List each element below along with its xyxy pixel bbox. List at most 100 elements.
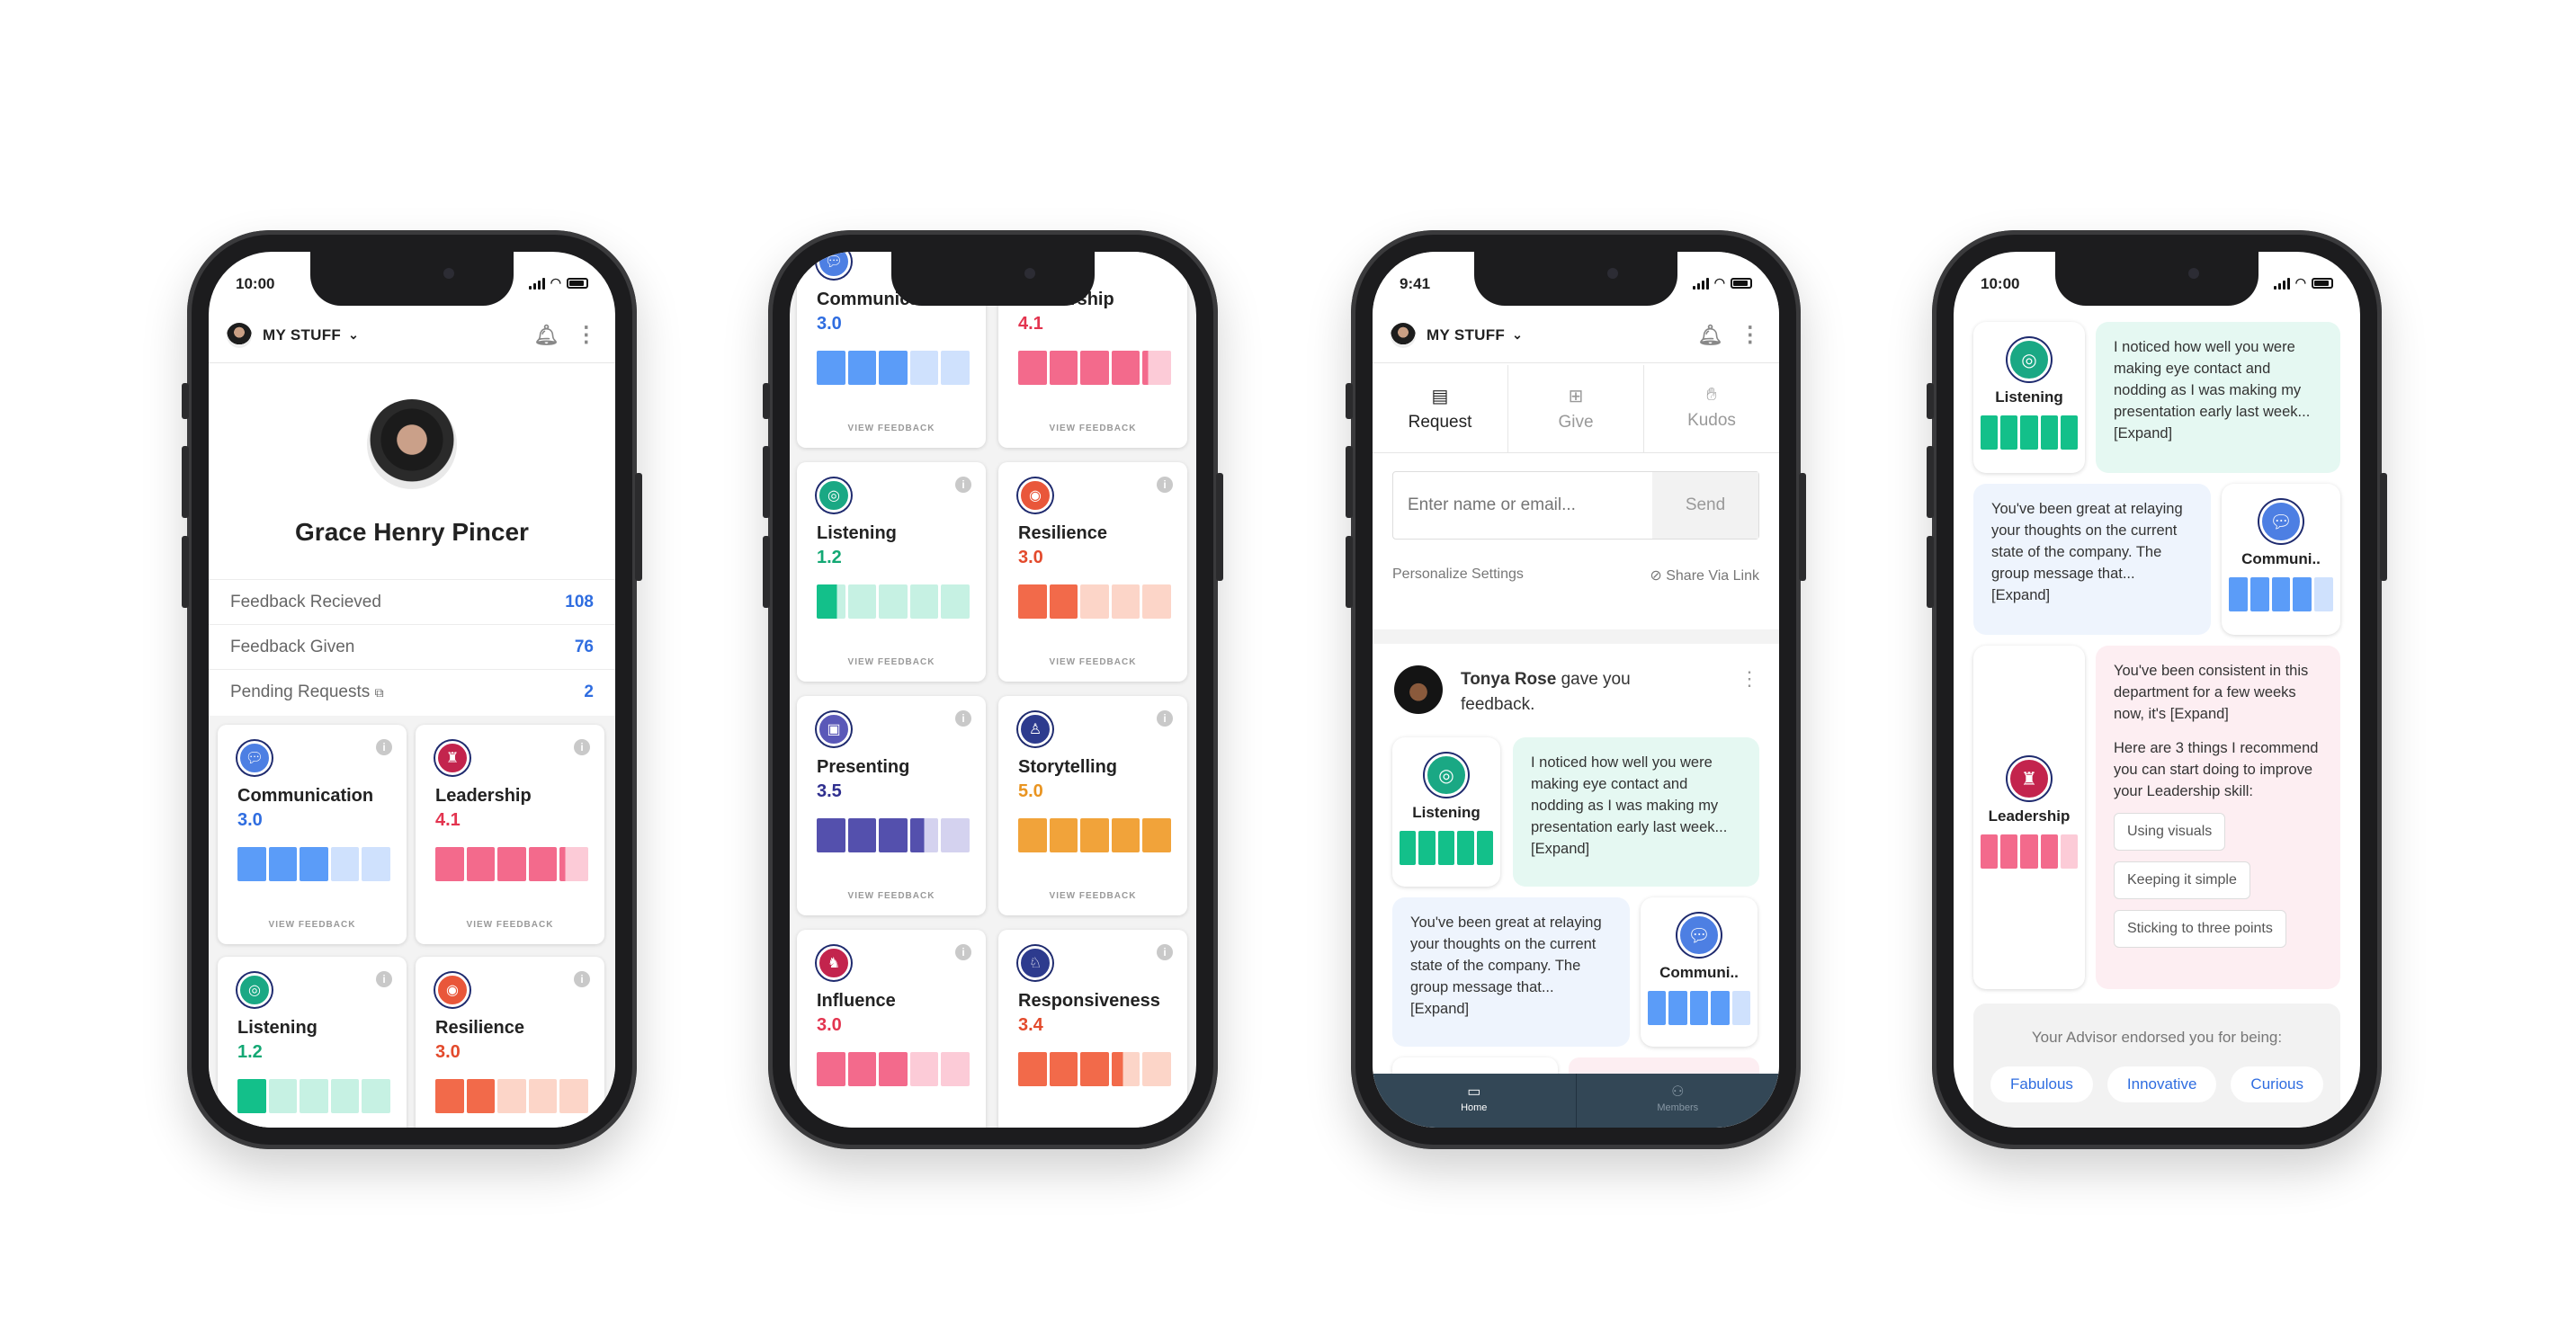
recommendation-chip[interactable]: Using visuals — [2114, 813, 2226, 851]
skill-tile-leadership[interactable]: ♜ Leadership — [1973, 646, 2085, 989]
info-icon[interactable]: i — [574, 739, 590, 755]
menu-title[interactable]: MY STUFF — [1427, 326, 1505, 344]
view-feedback-link[interactable]: VIEW FEEDBACK — [218, 920, 407, 930]
skill-card-presenting[interactable]: ▣ i Presenting 3.5 VIEW FEEDBACK — [797, 696, 986, 915]
skill-card-listening[interactable]: ◎ i Listening 1.2 — [218, 957, 407, 1128]
tab-request[interactable]: ▤ Request — [1373, 365, 1508, 452]
profile-avatar — [367, 399, 457, 489]
wifi-icon: ◠ — [2294, 275, 2306, 290]
stat-feedback-received[interactable]: Feedback Recieved 108 — [209, 579, 615, 624]
nav-members[interactable]: ⚇ Members — [1577, 1074, 1780, 1128]
more-icon[interactable]: ⋮ — [1740, 324, 1761, 346]
endorsement-pill[interactable]: Curious — [2231, 1066, 2324, 1102]
battery-icon — [1731, 277, 1752, 289]
skill-card-influence[interactable]: ♞ i Influence 3.0 — [797, 930, 986, 1128]
members-icon: ⚇ — [1671, 1084, 1685, 1100]
skill-card-leadership[interactable]: ♜ i Leadership 4.1 VIEW FEEDBACK — [416, 725, 604, 944]
info-icon[interactable]: i — [1157, 944, 1173, 960]
info-icon[interactable]: i — [376, 739, 392, 755]
view-feedback-link[interactable]: VIEW FEEDBACK — [797, 891, 986, 901]
skill-tile-communication[interactable]: 💬︎ Communi.. — [1641, 897, 1758, 1047]
info-icon[interactable]: i — [376, 971, 392, 987]
expand-link[interactable]: [Expand] — [1410, 1001, 1469, 1017]
screen: 10:00 ◠ ◎ Listening I noticed how well y… — [1954, 252, 2360, 1128]
info-icon[interactable]: i — [1157, 710, 1173, 727]
expand-link[interactable]: [Expand] — [1991, 587, 2050, 603]
info-icon[interactable]: i — [955, 944, 971, 960]
bell-icon[interactable]: 🔔︎ — [533, 324, 559, 347]
tab-give[interactable]: ⊞ Give — [1508, 365, 1644, 452]
influence-icon: ♞ — [817, 946, 851, 980]
feedback-bubble-listening[interactable]: I noticed how well you were making eye c… — [1513, 737, 1759, 887]
info-icon[interactable]: i — [1157, 252, 1173, 259]
cards-area: 💬︎ i Communication 3.0 VIEW FEEDBACK ♜ i… — [790, 252, 1196, 1128]
view-feedback-link[interactable]: VIEW FEEDBACK — [998, 657, 1187, 667]
send-button[interactable]: Send — [1652, 472, 1758, 539]
bottom-nav: ▭ Home ⚇ Members — [1373, 1074, 1779, 1128]
skill-tile-communication[interactable]: 💬︎ Communi.. — [2222, 484, 2340, 635]
chat-bubbles-icon: 💬︎ — [1677, 914, 1721, 957]
cards-area: 💬︎ i Communication 3.0 VIEW FEEDBACK ♜ i… — [209, 716, 615, 1128]
stats-list: Feedback Recieved 108 Feedback Given 76 Pe… — [209, 579, 615, 714]
name-email-input[interactable] — [1393, 472, 1652, 539]
give-icon: ⊞ — [1568, 387, 1584, 406]
skill-card-responsiveness[interactable]: ♘ i Responsiveness 3.4 — [998, 930, 1187, 1128]
view-feedback-link[interactable]: VIEW FEEDBACK — [998, 891, 1187, 901]
feedback-bubble-communication[interactable]: You've been great at relaying your thoug… — [1973, 484, 2211, 635]
endorsement-pill[interactable]: Fabulous — [1990, 1066, 2093, 1102]
phone-feedback-detail: 10:00 ◠ ◎ Listening I noticed how well y… — [1927, 230, 2387, 1149]
avatar[interactable] — [227, 322, 252, 348]
phone-request-feed: 9:41 ◠ MY STUFF ⌄ 🔔︎ ⋮ ▤ Request ⊞ Give … — [1346, 230, 1806, 1149]
ear-icon: ◎ — [817, 478, 851, 513]
skill-card-storytelling[interactable]: ♙ i Storytelling 5.0 VIEW FEEDBACK — [998, 696, 1187, 915]
view-feedback-link[interactable]: VIEW FEEDBACK — [416, 920, 604, 930]
feed-headline: Tonya Rose gave you feedback. — [1461, 670, 1631, 714]
chevron-down-icon[interactable]: ⌄ — [1512, 327, 1523, 343]
info-icon[interactable]: i — [955, 710, 971, 727]
info-icon[interactable]: i — [1157, 477, 1173, 493]
nav-home[interactable]: ▭ Home — [1373, 1074, 1577, 1128]
more-icon[interactable]: ⋮ — [1740, 667, 1759, 691]
avatar[interactable] — [1391, 322, 1416, 348]
skill-card-resilience[interactable]: ◉ i Resilience 3.0 VIEW FEEDBACK — [998, 462, 1187, 682]
expand-link[interactable]: [Expand] — [2114, 425, 2172, 442]
tab-kudos[interactable]: ✋︎ Kudos — [1644, 365, 1779, 452]
info-icon[interactable]: i — [574, 971, 590, 987]
skill-card-resilience[interactable]: ◉ i Resilience 3.0 — [416, 957, 604, 1128]
expand-link[interactable]: [Expand] — [2170, 706, 2229, 722]
endorsement-pill[interactable]: Innovative — [2106, 1066, 2217, 1102]
author-name: Tonya Rose — [1461, 670, 1557, 689]
view-feedback-link[interactable]: VIEW FEEDBACK — [797, 657, 986, 667]
skill-tile-listening[interactable]: ◎ Listening — [1973, 322, 2085, 473]
skill-tile-listening[interactable]: ◎ Listening — [1392, 737, 1500, 887]
menu-title[interactable]: MY STUFF — [263, 326, 341, 344]
stat-feedback-given[interactable]: Feedback Given 76 — [209, 624, 615, 669]
recommendation-chip[interactable]: Sticking to three points — [2114, 910, 2286, 948]
feedback-bubble-listening[interactable]: I noticed how well you were making eye c… — [2096, 322, 2340, 473]
chevron-down-icon[interactable]: ⌄ — [348, 327, 359, 343]
share-link[interactable]: ⊘ Share Via Link — [1650, 566, 1759, 584]
signal-icon — [528, 277, 545, 290]
screen: 10:00 ◠ MY STUFF ⌄ 🔔︎ ⋮ Grace Henry Pinc… — [209, 252, 615, 1128]
expand-link[interactable]: [Expand] — [1531, 841, 1589, 857]
feedback-bubble-communication[interactable]: You've been great at relaying your thoug… — [1392, 897, 1630, 1047]
personalize-settings-link[interactable]: Personalize Settings — [1392, 566, 1524, 583]
skill-card-communication[interactable]: 💬︎ i Communication 3.0 VIEW FEEDBACK — [218, 725, 407, 944]
info-icon[interactable]: i — [955, 477, 971, 493]
battery-icon — [2312, 277, 2333, 289]
view-feedback-link[interactable]: VIEW FEEDBACK — [797, 424, 986, 433]
storyteller-icon: ♙ — [1018, 712, 1052, 746]
feedback-bubble-leadership[interactable]: You've been consistent in this departmen… — [2096, 646, 2340, 989]
responsiveness-icon: ♘ — [1018, 946, 1052, 980]
more-icon[interactable]: ⋮ — [576, 324, 597, 346]
feed-card: Tonya Rose gave you feedback. ⋮ ◎ Listen… — [1373, 644, 1779, 1128]
view-feedback-link[interactable]: VIEW FEEDBACK — [998, 424, 1187, 433]
bell-icon[interactable]: 🔔︎ — [1697, 324, 1722, 347]
action-tabs: ▤ Request ⊞ Give ✋︎ Kudos — [1373, 365, 1779, 453]
score-bars — [237, 1079, 390, 1113]
skill-card-listening[interactable]: ◎ i Listening 1.2 VIEW FEEDBACK — [797, 462, 986, 682]
ear-icon: ◎ — [2008, 338, 2051, 381]
recommendation-chip[interactable]: Keeping it simple — [2114, 861, 2250, 899]
signal-icon — [2273, 277, 2290, 290]
stat-pending-requests[interactable]: Pending Requests ⧉ 2 — [209, 669, 615, 714]
